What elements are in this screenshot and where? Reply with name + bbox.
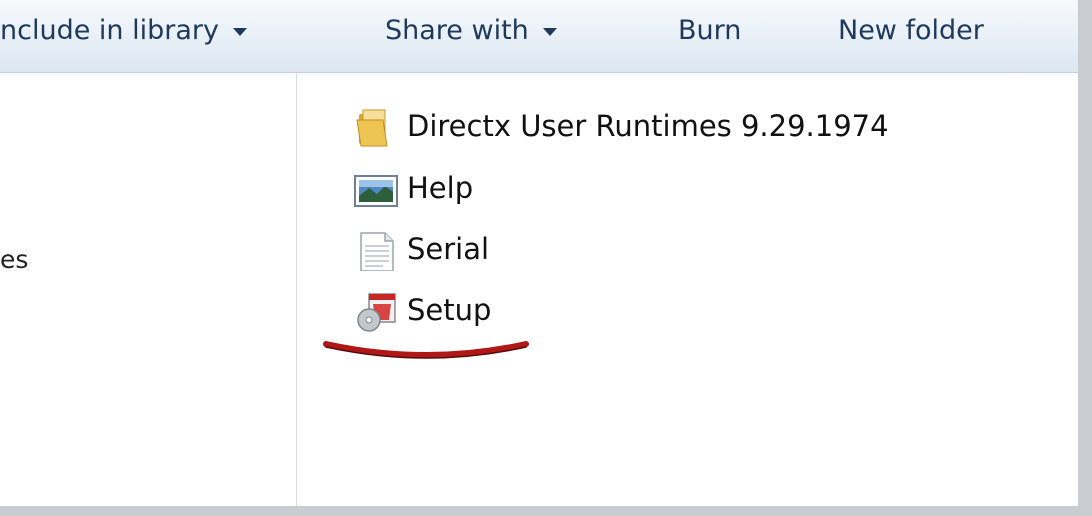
new-folder-label: New folder bbox=[838, 15, 984, 46]
explorer-window: nclude in library Share with Burn New fo… bbox=[0, 0, 1092, 516]
include-in-library-button[interactable]: nclude in library bbox=[0, 14, 247, 48]
file-name: Setup bbox=[407, 293, 492, 327]
burn-label: Burn bbox=[678, 15, 742, 46]
file-name: Serial bbox=[407, 232, 490, 266]
file-name: Help bbox=[407, 171, 474, 205]
dropdown-arrow-icon bbox=[542, 27, 557, 36]
share-with-label: Share with bbox=[385, 15, 529, 46]
setup-installer-icon bbox=[357, 293, 396, 332]
navigation-pane[interactable]: es bbox=[0, 73, 297, 506]
file-name: Directx User Runtimes 9.29.1974 bbox=[407, 109, 889, 143]
include-in-library-label: nclude in library bbox=[0, 15, 219, 46]
text-file-icon bbox=[360, 232, 394, 271]
nav-item-partial[interactable]: es bbox=[0, 245, 40, 274]
dropdown-arrow-icon bbox=[232, 27, 247, 36]
new-folder-button[interactable]: New folder bbox=[838, 14, 984, 48]
burn-button[interactable]: Burn bbox=[678, 14, 741, 48]
share-with-button[interactable]: Share with bbox=[385, 14, 557, 48]
command-bar: nclude in library Share with Burn New fo… bbox=[0, 0, 1078, 73]
folder-icon bbox=[356, 109, 388, 147]
image-file-icon bbox=[354, 175, 398, 207]
annotation-underline bbox=[323, 341, 529, 359]
